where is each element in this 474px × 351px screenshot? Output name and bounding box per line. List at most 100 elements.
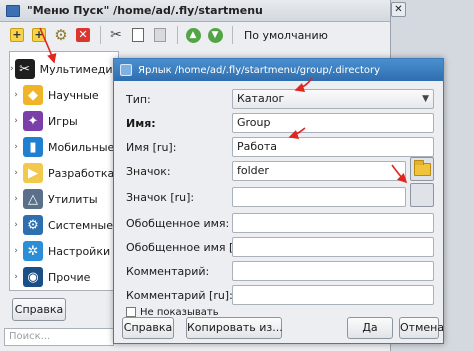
copy-from-button[interactable]: Копировать из... — [186, 317, 283, 339]
tree-item[interactable]: › ◆ Научные — [10, 82, 118, 108]
tree-item[interactable]: › ◉ Прочие — [10, 264, 118, 290]
cancel-button[interactable]: Отмена — [399, 317, 443, 339]
utilities-icon: △ — [23, 189, 43, 209]
menu-tree[interactable]: › ✂ Мультимедиа › ◆ Научные › ✦ Игры › ▮ Мобильные ›… — [9, 51, 119, 291]
tree-item-label: Мультимедиа — [39, 62, 119, 76]
add-item-button[interactable]: + — [7, 25, 27, 45]
main-toolbar: + + ⚙ ✕ ✂ ▲ ▼ По умолчанию — [0, 22, 391, 48]
main-help-button[interactable]: Справка — [12, 298, 66, 321]
arrow-down-icon: ▼ — [207, 27, 223, 43]
name-field[interactable]: Group — [232, 113, 434, 133]
tree-item[interactable]: › ✦ Игры — [10, 108, 118, 134]
search-input[interactable]: Поиск... — [4, 328, 114, 346]
add-item-icon: + — [10, 28, 24, 42]
type-select[interactable]: Каталог ▼ — [232, 89, 434, 109]
chevron-right-icon[interactable]: › — [10, 142, 22, 152]
name-ru-field[interactable]: Работа — [232, 137, 434, 157]
tree-item-label: Игры — [48, 114, 78, 128]
icon-field[interactable]: folder — [232, 161, 406, 181]
delete-button[interactable]: ✕ — [73, 25, 93, 45]
move-up-button[interactable]: ▲ — [183, 25, 203, 45]
chevron-right-icon[interactable]: › — [10, 246, 22, 256]
comment-ru-label: Комментарий [ru]: — [126, 289, 233, 302]
dialog-help-button[interactable]: Справка — [122, 317, 174, 339]
icon-label: Значок: — [126, 165, 171, 178]
copy-icon — [132, 28, 144, 42]
no-display-label: Не показывать — [140, 306, 219, 318]
tree-item-label: Научные — [48, 88, 99, 102]
tree-item-label: Мобильные — [48, 140, 115, 154]
paste-icon — [154, 28, 166, 42]
chevron-right-icon[interactable]: › — [10, 116, 22, 126]
arrow-up-icon: ▲ — [185, 27, 201, 43]
comment-field[interactable] — [232, 261, 434, 281]
add-group-button[interactable]: + — [29, 25, 49, 45]
tree-item[interactable]: › ▶ Разработка — [10, 160, 118, 186]
main-titlebar[interactable]: "Меню Пуск" /home/ad/.fly/startmenu — [0, 0, 390, 22]
tree-item-label: Настройки — [48, 244, 111, 258]
chevron-right-icon[interactable]: › — [10, 220, 22, 230]
comment-ru-field[interactable] — [232, 285, 434, 305]
chevron-down-icon: ▼ — [422, 94, 429, 104]
tree-item[interactable]: › ✲ Настройки — [10, 238, 118, 264]
cut-button[interactable]: ✂ — [106, 25, 126, 45]
tree-item[interactable]: › △ Утилиты — [10, 186, 118, 212]
chevron-right-icon[interactable]: › — [10, 64, 14, 74]
system-icon: ⚙ — [23, 215, 43, 235]
close-icon: ✕ — [394, 4, 403, 15]
type-label: Тип: — [126, 93, 151, 106]
chevron-right-icon[interactable]: › — [10, 168, 22, 178]
delete-icon: ✕ — [76, 28, 90, 42]
icon-ru-field[interactable] — [232, 187, 406, 207]
chevron-right-icon[interactable]: › — [10, 272, 22, 282]
tree-item-label: Системные — [48, 218, 113, 232]
properties-button[interactable]: ⚙ — [51, 25, 71, 45]
mobile-icon: ▮ — [23, 137, 43, 157]
tree-item[interactable]: › ▮ Мобильные — [10, 134, 118, 160]
scissors-icon: ✂ — [110, 27, 122, 43]
icon-picker-button[interactable] — [410, 157, 434, 181]
toolbar-separator — [100, 26, 101, 44]
icon-ru-label: Значок [ru]: — [126, 191, 195, 204]
app-icon — [6, 4, 20, 17]
name-label: Имя: — [126, 117, 156, 130]
generic-name-label: Обобщенное имя: — [126, 217, 230, 230]
copy-button[interactable] — [128, 25, 148, 45]
toolbar-separator — [177, 26, 178, 44]
chevron-right-icon[interactable]: › — [10, 90, 22, 100]
scrollbar-thumb[interactable] — [443, 83, 444, 263]
tree-item[interactable]: › ✂ Мультимедиа — [10, 56, 118, 82]
paste-button[interactable] — [150, 25, 170, 45]
settings-icon: ✲ — [23, 241, 43, 261]
generic-name-ru-field[interactable] — [232, 237, 434, 257]
multimedia-icon: ✂ — [14, 59, 35, 79]
main-window-title: "Меню Пуск" /home/ad/.fly/startmenu — [27, 4, 263, 17]
icon-ru-picker-button[interactable] — [410, 183, 434, 207]
no-display-checkbox[interactable] — [126, 307, 136, 317]
gear-icon: ⚙ — [54, 26, 68, 44]
tree-item-label: Утилиты — [48, 192, 98, 206]
shortcut-dialog: Ярлык /home/ad/.fly/startmenu/group/.dir… — [113, 58, 444, 344]
ok-button[interactable]: Да — [347, 317, 393, 339]
move-down-button[interactable]: ▼ — [205, 25, 225, 45]
games-icon: ✦ — [23, 111, 43, 131]
name-ru-label: Имя [ru]: — [126, 141, 177, 154]
dialog-titlebar[interactable]: Ярлык /home/ad/.fly/startmenu/group/.dir… — [114, 59, 443, 81]
other-icon: ◉ — [23, 267, 43, 287]
toolbar-separator — [232, 26, 233, 44]
tree-item[interactable]: › ⚙ Системные — [10, 212, 118, 238]
add-group-icon: + — [32, 28, 46, 42]
comment-label: Комментарий: — [126, 265, 210, 278]
close-button[interactable]: ✕ — [391, 2, 406, 17]
dialog-app-icon — [120, 64, 132, 76]
generic-name-field[interactable] — [232, 213, 434, 233]
development-icon: ▶ — [23, 163, 43, 183]
dialog-title: Ярлык /home/ad/.fly/startmenu/group/.dir… — [138, 64, 381, 76]
chevron-right-icon[interactable]: › — [10, 194, 22, 204]
science-icon: ◆ — [23, 85, 43, 105]
default-button[interactable]: По умолчанию — [244, 29, 328, 42]
tree-item-label: Прочие — [48, 270, 91, 284]
tree-item[interactable]: Работа — [10, 290, 118, 291]
dialog-scrollbar[interactable] — [443, 83, 444, 279]
tree-item-label: Разработка — [48, 166, 115, 180]
